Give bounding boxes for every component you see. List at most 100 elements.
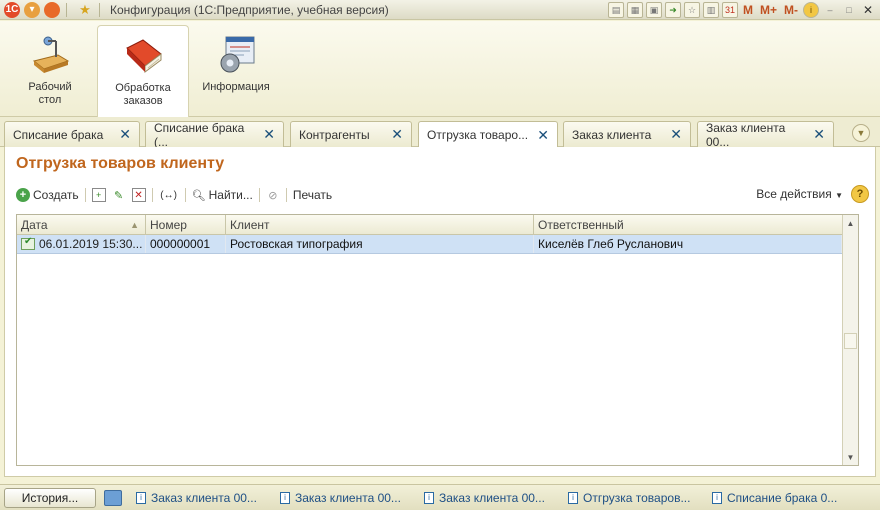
- print-icon[interactable]: ▦: [626, 2, 643, 18]
- cancel-search-icon[interactable]: ⊘: [266, 188, 280, 202]
- document-icon: i: [712, 491, 722, 504]
- section-info[interactable]: Информация: [190, 25, 282, 117]
- table-header: Дата ▲ Номер Клиент Ответственный: [17, 215, 858, 235]
- close-icon[interactable]: ✕: [670, 126, 682, 143]
- close-icon[interactable]: ✕: [263, 126, 275, 143]
- windows-panel: История... i Заказ клиента 00... i Заказ…: [0, 484, 880, 510]
- document-icon: i: [136, 491, 146, 504]
- search-icon: 🔍︎: [191, 189, 206, 202]
- order-book-icon: [121, 34, 165, 78]
- title-bar: 1С ▾ ★ Конфигурация (1С:Предприятие, уче…: [0, 0, 880, 20]
- help-icon[interactable]: ?: [851, 185, 869, 203]
- scroll-thumb[interactable]: [844, 333, 857, 349]
- sections-panel: Рабочий стол Обработка заказов Информаци…: [0, 21, 880, 117]
- close-icon[interactable]: ✕: [391, 126, 403, 143]
- open-window-4[interactable]: i Отгрузка товаров...: [568, 491, 698, 505]
- form-toolbar: + Создать + ✎ ✕ (↔) 🔍︎ Найти... ⊘ Печать: [16, 185, 866, 205]
- desk-icon: [28, 33, 72, 77]
- tab-label: Отгрузка товаро...: [427, 128, 529, 142]
- window-title: Конфигурация (1С:Предприятие, учебная ве…: [110, 2, 389, 17]
- save-icon[interactable]: ▤: [607, 2, 624, 18]
- divider: [285, 188, 287, 202]
- create-button[interactable]: + Создать: [16, 188, 79, 202]
- column-header-date[interactable]: Дата ▲: [17, 215, 146, 234]
- all-actions-menu[interactable]: Все действия ▼: [756, 187, 843, 201]
- cell-responsible: Киселёв Глеб Русланович: [534, 235, 842, 253]
- section-label: Информация: [202, 81, 270, 93]
- print-button[interactable]: Печать: [293, 188, 332, 202]
- orange-circle-icon[interactable]: [44, 1, 60, 18]
- section-desktop[interactable]: Рабочий стол: [4, 25, 96, 117]
- find-label: Найти...: [208, 188, 253, 202]
- calculator-icon[interactable]: ▥: [702, 2, 719, 18]
- tab-client-order[interactable]: Заказ клиента ✕: [563, 121, 691, 147]
- bookmark-icon[interactable]: ☆: [683, 2, 700, 18]
- minimize-icon[interactable]: –: [822, 2, 838, 18]
- tab-shipment[interactable]: Отгрузка товаро... ✕: [418, 121, 558, 148]
- cell-date: 06.01.2019 15:30...: [17, 235, 146, 253]
- column-header-responsible[interactable]: Ответственный: [534, 215, 843, 234]
- vertical-scrollbar[interactable]: ▲ ▼: [842, 215, 858, 465]
- tab-counterparties[interactable]: Контрагенты ✕: [290, 121, 412, 147]
- tab-label: Списание брака (...: [154, 120, 245, 149]
- menu-dropdown-icon[interactable]: ▾: [24, 1, 40, 18]
- find-button[interactable]: 🔍︎ Найти...: [192, 188, 253, 202]
- forward-icon[interactable]: ➜: [664, 2, 681, 18]
- documents-table: Дата ▲ Номер Клиент Ответственный 06.01.…: [16, 214, 859, 466]
- table-row[interactable]: 06.01.2019 15:30... 000000001 Ростовская…: [17, 235, 842, 254]
- open-window-5[interactable]: i Списание брака 0...: [712, 491, 842, 505]
- preview-icon[interactable]: ▣: [645, 2, 662, 18]
- memory-plus-button[interactable]: M+: [758, 3, 779, 17]
- all-actions-label: Все действия: [756, 187, 832, 201]
- windows-list-icon[interactable]: [104, 489, 122, 506]
- tab-client-order-2[interactable]: Заказ клиента 00... ✕: [697, 121, 834, 149]
- title-bar-tools: ▤ ▦ ▣ ➜ ☆ ▥ 31 M M+ M- i – □ ✕: [607, 0, 880, 20]
- more-tabs-icon[interactable]: ▼: [852, 124, 870, 142]
- column-header-number[interactable]: Номер: [146, 215, 226, 234]
- divider: [151, 188, 153, 202]
- memory-m-button[interactable]: M: [741, 3, 755, 17]
- section-orders[interactable]: Обработка заказов: [97, 25, 189, 117]
- scroll-up-icon[interactable]: ▲: [843, 215, 858, 231]
- close-icon[interactable]: ✕: [813, 126, 825, 143]
- section-label: Обработка заказов: [115, 82, 171, 107]
- tab-write-off-2[interactable]: Списание брака (... ✕: [145, 120, 284, 149]
- page-title: Отгрузка товаров клиенту: [16, 155, 225, 172]
- tab-label: Контрагенты: [299, 127, 370, 142]
- scroll-down-icon[interactable]: ▼: [843, 449, 858, 465]
- app-logo-icon[interactable]: 1С: [4, 1, 20, 18]
- edit-pencil-icon[interactable]: ✎: [112, 188, 126, 202]
- chevron-down-icon: ▼: [835, 191, 843, 200]
- sort-icon: ▲: [130, 219, 139, 230]
- cell-client: Ростовская типография: [226, 235, 534, 253]
- delete-mark-icon[interactable]: ✕: [131, 188, 146, 202]
- document-icon: i: [424, 491, 434, 504]
- history-button[interactable]: История...: [4, 487, 96, 508]
- tab-write-off-1[interactable]: Списание брака ✕: [4, 121, 140, 147]
- close-icon[interactable]: ✕: [537, 127, 549, 144]
- tab-label: Заказ клиента: [572, 127, 652, 142]
- cell-number: 000000001: [146, 235, 226, 253]
- close-window-icon[interactable]: ✕: [860, 2, 876, 18]
- open-window-1[interactable]: i Заказ клиента 00...: [136, 491, 266, 505]
- interval-icon[interactable]: (↔): [159, 188, 179, 202]
- calendar-icon[interactable]: 31: [721, 2, 738, 18]
- column-header-client[interactable]: Клиент: [226, 215, 534, 234]
- document-icon: i: [568, 491, 578, 504]
- favorites-star-icon[interactable]: ★: [77, 2, 93, 18]
- divider: [258, 188, 260, 202]
- divider: [66, 2, 67, 17]
- info-icon[interactable]: i: [803, 2, 819, 18]
- divider: [84, 188, 86, 202]
- plus-icon: +: [16, 188, 30, 202]
- maximize-icon[interactable]: □: [841, 2, 857, 18]
- close-icon[interactable]: ✕: [119, 126, 131, 143]
- open-window-2[interactable]: i Заказ клиента 00...: [280, 491, 410, 505]
- divider: [99, 2, 100, 17]
- open-window-3[interactable]: i Заказ клиента 00...: [424, 491, 554, 505]
- tab-label: Списание брака: [13, 127, 104, 142]
- copy-icon[interactable]: +: [91, 188, 106, 202]
- section-label: Рабочий стол: [28, 81, 72, 106]
- memory-minus-button[interactable]: M-: [782, 3, 800, 17]
- posted-document-icon: [21, 236, 35, 250]
